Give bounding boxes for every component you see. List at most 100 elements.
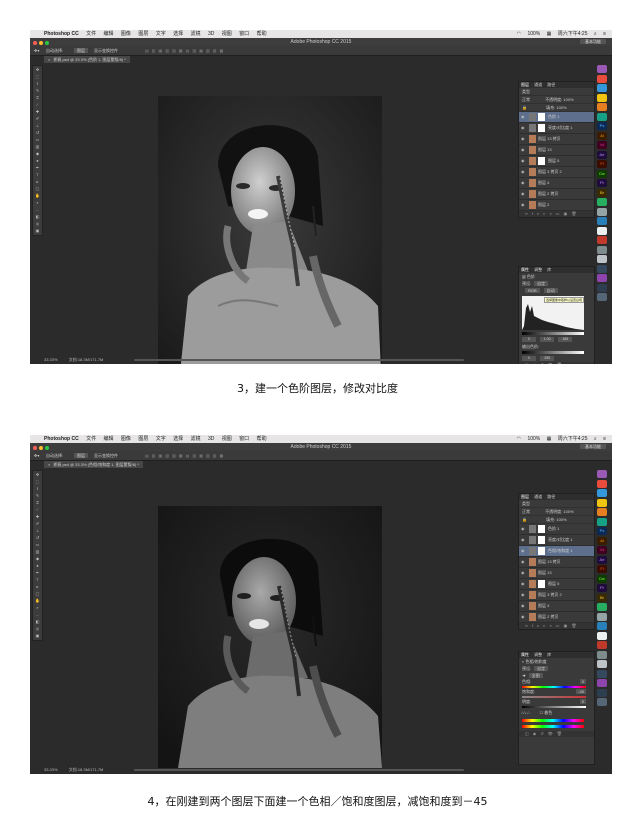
marquee-tool-icon[interactable]: ⬚: [34, 74, 41, 80]
search-icon[interactable]: ⌕: [594, 31, 597, 37]
color-swatches[interactable]: ◧: [34, 619, 41, 625]
wifi-icon[interactable]: ◠: [517, 436, 521, 442]
filter-kind-select[interactable]: 类型: [522, 501, 530, 506]
after-effects-icon[interactable]: Ae: [597, 150, 607, 159]
colorize-checkbox[interactable]: ☐: [540, 710, 544, 715]
input-white[interactable]: 185: [558, 337, 573, 342]
menu-type[interactable]: 文字: [156, 436, 166, 442]
layer-row[interactable]: ◉ 图层 5: [519, 156, 594, 167]
eye-icon[interactable]: ◉: [521, 537, 525, 542]
dock-app-icon[interactable]: [597, 622, 607, 630]
more-tools-icon[interactable]: …: [34, 207, 41, 213]
blur-tool-icon[interactable]: ◆: [34, 151, 41, 157]
layer-mask-thumbnail[interactable]: [538, 113, 545, 121]
move-tool-icon[interactable]: ✥: [34, 472, 41, 478]
hue-spectrum-bottom[interactable]: [522, 725, 584, 728]
trash-icon[interactable]: [597, 698, 607, 706]
menu-edit[interactable]: 编辑: [104, 436, 114, 442]
zoom-icon[interactable]: [45, 446, 49, 450]
dock-app-icon[interactable]: [597, 283, 607, 292]
dock-app-icon[interactable]: [597, 274, 607, 282]
indesign-icon[interactable]: Id: [597, 141, 607, 149]
layer-mask-thumbnail[interactable]: [538, 547, 545, 555]
path-select-tool-icon[interactable]: ▸: [34, 179, 41, 185]
dock-app-icon[interactable]: [597, 679, 607, 687]
dodge-tool-icon[interactable]: ●: [34, 563, 41, 569]
quick-mask-icon[interactable]: ◎: [34, 221, 41, 227]
menu-image[interactable]: 图像: [121, 31, 131, 37]
eye-icon[interactable]: ◉: [521, 147, 525, 152]
dock-app-icon[interactable]: [597, 93, 607, 102]
preset-select[interactable]: 自定: [534, 666, 549, 671]
menu-help[interactable]: 帮助: [257, 31, 267, 37]
blur-tool-icon[interactable]: ◆: [34, 556, 41, 562]
dock-app-icon[interactable]: [597, 103, 607, 111]
menu-image[interactable]: 图像: [121, 436, 131, 442]
stamp-tool-icon[interactable]: ⊥: [34, 528, 41, 534]
dock-app-icon[interactable]: [597, 641, 607, 649]
channel-select[interactable]: RGB: [525, 288, 540, 293]
menu-view[interactable]: 视图: [222, 436, 232, 442]
layer-row[interactable]: ◉ 图层 2: [519, 200, 594, 211]
layer-mask-thumbnail[interactable]: [538, 525, 545, 533]
zoom-tool-icon[interactable]: ⌕: [34, 200, 41, 206]
tab-properties[interactable]: 属性: [521, 652, 529, 657]
auto-button[interactable]: 自动: [543, 288, 558, 293]
dock-app-icon[interactable]: [597, 255, 607, 263]
shape-tool-icon[interactable]: ▢: [34, 186, 41, 192]
layer-row[interactable]: ◉ 图层 13: [519, 568, 594, 579]
layer-row[interactable]: ◉ 图层 4: [519, 178, 594, 189]
layer-row[interactable]: ◉ 色相/饱和度 1: [519, 546, 594, 557]
dock-app-icon[interactable]: [597, 517, 607, 526]
dock-app-icon[interactable]: [597, 498, 607, 507]
dreamweaver-icon[interactable]: Dw: [597, 169, 607, 178]
workspace-select[interactable]: 基本功能: [580, 444, 606, 449]
eye-icon[interactable]: ◉: [521, 603, 525, 608]
dreamweaver-icon[interactable]: Dw: [597, 574, 607, 583]
premiere-icon[interactable]: Pr: [597, 584, 607, 592]
close-tab-icon[interactable]: ×: [48, 462, 50, 467]
dock-app-icon[interactable]: [597, 631, 607, 640]
clock[interactable]: 周六下午4:25: [558, 436, 588, 442]
shape-tool-icon[interactable]: ▢: [34, 591, 41, 597]
layer-row[interactable]: ◉ 色阶 1: [519, 524, 594, 535]
saturation-slider[interactable]: [522, 696, 586, 698]
layer-row[interactable]: ◉ 图层 13 拷贝: [519, 557, 594, 568]
crop-tool-icon[interactable]: ⌗: [34, 500, 41, 506]
menu-layer[interactable]: 图层: [138, 31, 148, 37]
menu-3d[interactable]: 3D: [208, 31, 214, 37]
eye-icon[interactable]: ◉: [521, 202, 525, 207]
pen-tool-icon[interactable]: ✒: [34, 165, 41, 171]
zoom-level[interactable]: 33.33%: [44, 357, 58, 362]
output-white[interactable]: 255: [540, 356, 555, 361]
gradient-tool-icon[interactable]: ▥: [34, 144, 41, 150]
type-tool-icon[interactable]: T: [34, 172, 41, 178]
menu-filter[interactable]: 滤镜: [191, 31, 201, 37]
history-brush-tool-icon[interactable]: ↺: [34, 535, 41, 541]
tab-channels[interactable]: 通道: [534, 494, 542, 499]
healing-tool-icon[interactable]: ✚: [34, 514, 41, 520]
layers-panel-footer-icons[interactable]: ∞fx◐◑▭▣🗑: [519, 623, 594, 629]
layer-row[interactable]: ◉ 亮度/对比度 1: [519, 535, 594, 546]
lasso-tool-icon[interactable]: ℓ: [34, 486, 41, 492]
hand-target-icon[interactable]: ☚: [522, 673, 526, 678]
list-icon[interactable]: ≡: [603, 31, 606, 37]
layer-mask-thumbnail[interactable]: [538, 580, 545, 588]
dock-app-icon[interactable]: [597, 603, 607, 611]
tab-libraries[interactable]: 库: [547, 267, 551, 272]
eyedropper-tool-icon[interactable]: ⁄: [34, 507, 41, 513]
lock-icons[interactable]: 🔒: [522, 105, 527, 110]
align-icons[interactable]: ▤▥▦▧▨▩▤▥▦▧▨▩: [145, 451, 226, 460]
opacity-input[interactable]: 100%: [563, 97, 573, 102]
dock-app-icon[interactable]: [597, 264, 607, 273]
layer-row[interactable]: ◉ 图层 5: [519, 579, 594, 590]
dock-app-icon[interactable]: [597, 198, 607, 206]
output-levels-slider[interactable]: [522, 351, 584, 354]
illustrator-icon[interactable]: Ai: [597, 131, 607, 140]
eye-icon[interactable]: ◉: [521, 114, 525, 119]
dock-app-icon[interactable]: [597, 489, 607, 497]
close-icon[interactable]: [33, 446, 37, 450]
flash-icon[interactable]: Fl: [597, 160, 607, 168]
dock-app-icon[interactable]: [597, 660, 607, 668]
hue-slider[interactable]: [522, 686, 586, 688]
